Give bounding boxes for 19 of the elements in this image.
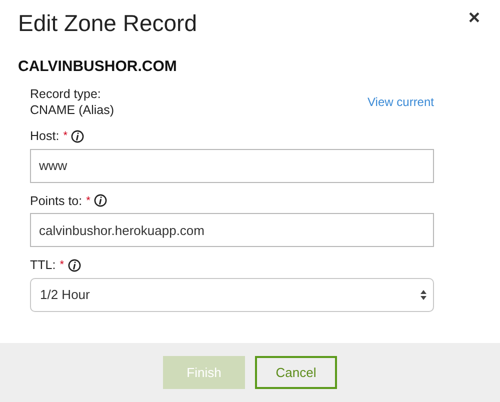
field-label: TTL: xyxy=(30,257,56,274)
info-icon[interactable] xyxy=(68,258,81,272)
close-button[interactable]: × xyxy=(466,8,482,28)
view-current-link[interactable]: View current xyxy=(368,93,434,111)
required-mark: * xyxy=(63,129,68,144)
sort-arrows-icon xyxy=(420,288,427,300)
field-label: Points to: xyxy=(30,192,82,209)
dialog-title: Edit Zone Record xyxy=(18,9,197,38)
input-field[interactable]: www xyxy=(30,148,434,182)
required-mark: * xyxy=(60,258,64,273)
record-type-value: CNAME (Alias) xyxy=(30,102,114,118)
select-field[interactable]: 1/2 Hour xyxy=(30,278,434,312)
info-icon[interactable] xyxy=(71,130,84,143)
input-field[interactable]: calvinbushor.herokuapp.com xyxy=(30,213,434,247)
domain-heading: CALVINBUSHOR.COM xyxy=(18,58,178,76)
info-icon[interactable] xyxy=(94,194,108,208)
required-mark: * xyxy=(86,194,90,208)
field-label: Host: xyxy=(30,128,60,144)
record-type-label: Record type: xyxy=(30,86,102,102)
